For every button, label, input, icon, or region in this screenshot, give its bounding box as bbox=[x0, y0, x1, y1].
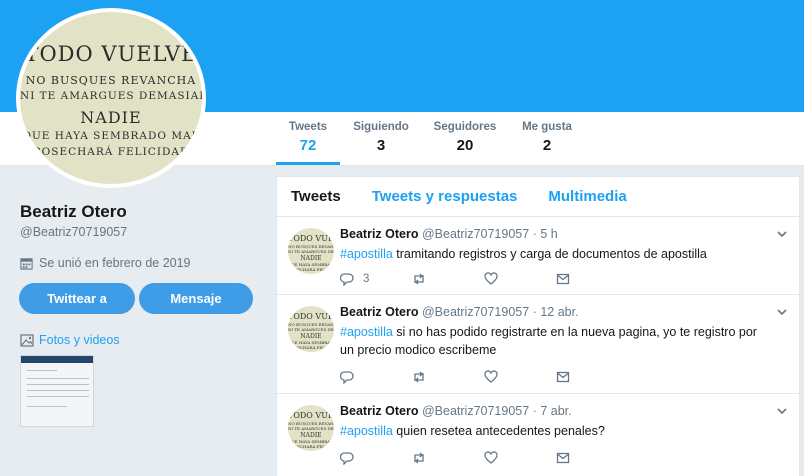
chevron-down-icon[interactable] bbox=[775, 227, 789, 241]
tweet-handle[interactable]: @Beatriz70719057 bbox=[422, 404, 529, 418]
avatar-text: QUE HAYA SEMBRADO MAL bbox=[22, 130, 200, 142]
stat-following[interactable]: Siguiendo 3 bbox=[348, 121, 414, 154]
direct-message-button[interactable] bbox=[556, 451, 570, 465]
stat-likes[interactable]: Me gusta 2 bbox=[518, 121, 576, 154]
avatar-text: NADIE bbox=[80, 108, 142, 127]
avatar-text: COSECHARÁ FELICIDAD bbox=[32, 146, 190, 158]
retweet-button[interactable] bbox=[412, 272, 484, 286]
tweet-body: quien resetea antecedentes penales? bbox=[392, 424, 605, 438]
active-stat-indicator bbox=[276, 162, 340, 165]
avatar-text: NO BUSQUES REVANCHA bbox=[25, 74, 197, 87]
tweet-text: #apostilla tramitando registros y carga … bbox=[340, 245, 770, 263]
like-icon bbox=[484, 451, 498, 464]
retweet-icon bbox=[414, 452, 424, 464]
tweet-author[interactable]: Beatriz Otero bbox=[340, 227, 419, 241]
chevron-down-icon[interactable] bbox=[775, 404, 789, 418]
direct-message-button[interactable] bbox=[556, 272, 570, 286]
photos-videos-link[interactable]: Fotos y videos bbox=[20, 333, 120, 347]
dm-icon bbox=[556, 452, 570, 464]
profile-handle: @Beatriz70719057 bbox=[20, 225, 128, 239]
tweet-header: Beatriz Otero @Beatriz70719057 · 7 abr. bbox=[340, 404, 572, 418]
like-icon bbox=[484, 272, 498, 285]
hashtag-link[interactable]: #apostilla bbox=[340, 424, 393, 438]
tweet[interactable]: TODO VUELVE NO BUSQUES REVANCHA NI TE AM… bbox=[277, 217, 799, 295]
direct-message-button[interactable] bbox=[556, 370, 570, 384]
tweet-avatar[interactable]: TODO VUELVE NO BUSQUES REVANCHA NI TE AM… bbox=[288, 405, 334, 451]
dm-icon bbox=[556, 371, 570, 383]
avatar[interactable]: TODO VUELVE NO BUSQUES REVANCHA NI TE AM… bbox=[16, 8, 206, 188]
tweet-actions bbox=[340, 370, 570, 384]
tweet-time[interactable]: · 5 h bbox=[533, 227, 558, 241]
reply-button[interactable] bbox=[340, 370, 412, 384]
photo-icon bbox=[20, 333, 34, 347]
stat-followers[interactable]: Seguidores 20 bbox=[432, 121, 498, 154]
photos-videos-label: Fotos y videos bbox=[39, 333, 120, 347]
stat-label: Siguiendo bbox=[353, 121, 409, 133]
timeline-tabs: Tweets Tweets y respuestas Multimedia bbox=[277, 177, 799, 217]
message-button[interactable]: Mensaje bbox=[139, 283, 253, 314]
tweet-actions bbox=[340, 451, 570, 465]
stat-label: Me gusta bbox=[522, 121, 572, 133]
tweet-text: #apostilla si no has podido registrarte … bbox=[340, 323, 770, 359]
tweet-body: si no has podido registrarte en la nueva… bbox=[340, 325, 757, 357]
tweet[interactable]: TODO VUELVE NO BUSQUES REVANCHA NI TE AM… bbox=[277, 394, 799, 476]
tweet-avatar[interactable]: TODO VUELVE NO BUSQUES REVANCHA NI TE AM… bbox=[288, 228, 334, 274]
tweet-text: #apostilla quien resetea antecedentes pe… bbox=[340, 422, 770, 440]
tweet[interactable]: TODO VUELVE NO BUSQUES REVANCHA NI TE AM… bbox=[277, 295, 799, 394]
tab-media[interactable]: Multimedia bbox=[548, 188, 626, 205]
stat-value: 72 bbox=[299, 137, 317, 154]
tweet-author[interactable]: Beatriz Otero bbox=[340, 404, 419, 418]
tweet-time[interactable]: · 12 abr. bbox=[533, 305, 579, 319]
timeline: Tweets Tweets y respuestas Multimedia TO… bbox=[276, 176, 800, 476]
tweet-handle[interactable]: @Beatriz70719057 bbox=[422, 227, 529, 241]
like-button[interactable] bbox=[484, 451, 556, 465]
like-icon bbox=[484, 370, 498, 383]
reply-button[interactable]: 3 bbox=[340, 272, 412, 286]
reply-icon bbox=[340, 273, 354, 286]
retweet-icon bbox=[414, 273, 424, 285]
retweet-button[interactable] bbox=[412, 451, 484, 465]
reply-count: 3 bbox=[363, 273, 370, 285]
avatar-text: TODO VUELVE bbox=[24, 42, 198, 66]
stat-value: 20 bbox=[456, 137, 474, 154]
tweet-author[interactable]: Beatriz Otero bbox=[340, 305, 419, 319]
join-date-text: Se unió en febrero de 2019 bbox=[39, 256, 191, 270]
retweet-icon bbox=[414, 371, 424, 383]
tweet-header: Beatriz Otero @Beatriz70719057 · 5 h bbox=[340, 227, 558, 241]
stat-tweets[interactable]: Tweets 72 bbox=[286, 121, 330, 154]
tweet-body: tramitando registros y carga de document… bbox=[392, 247, 707, 261]
calendar-icon bbox=[20, 257, 33, 270]
stat-value: 3 bbox=[376, 137, 386, 154]
hashtag-link[interactable]: #apostilla bbox=[340, 247, 393, 261]
chevron-down-icon[interactable] bbox=[775, 305, 789, 319]
join-date: Se unió en febrero de 2019 bbox=[20, 256, 191, 270]
profile-name: Beatriz Otero bbox=[20, 202, 127, 221]
media-thumbnail[interactable] bbox=[20, 355, 94, 427]
dm-icon bbox=[556, 273, 570, 285]
reply-icon bbox=[340, 371, 354, 384]
reply-icon bbox=[340, 452, 354, 465]
like-button[interactable] bbox=[484, 370, 556, 384]
tab-tweets[interactable]: Tweets bbox=[291, 188, 341, 205]
tweet-time[interactable]: · 7 abr. bbox=[533, 404, 572, 418]
reply-button[interactable] bbox=[340, 451, 412, 465]
tweet-header: Beatriz Otero @Beatriz70719057 · 12 abr. bbox=[340, 305, 579, 319]
stat-label: Tweets bbox=[288, 121, 328, 133]
tweet-avatar[interactable]: TODO VUELVE NO BUSQUES REVANCHA NI TE AM… bbox=[288, 306, 334, 352]
stat-label: Seguidores bbox=[433, 121, 497, 133]
tab-tweets-replies[interactable]: Tweets y respuestas bbox=[372, 188, 518, 205]
tweet-actions: 3 bbox=[340, 272, 570, 286]
avatar-text: NI TE AMARGUES DEMASIADO. bbox=[20, 90, 202, 102]
stat-value: 2 bbox=[542, 137, 552, 154]
hashtag-link[interactable]: #apostilla bbox=[340, 325, 393, 339]
retweet-button[interactable] bbox=[412, 370, 484, 384]
tweet-to-button[interactable]: Twittear a bbox=[19, 283, 135, 314]
like-button[interactable] bbox=[484, 272, 556, 286]
tweet-handle[interactable]: @Beatriz70719057 bbox=[422, 305, 529, 319]
